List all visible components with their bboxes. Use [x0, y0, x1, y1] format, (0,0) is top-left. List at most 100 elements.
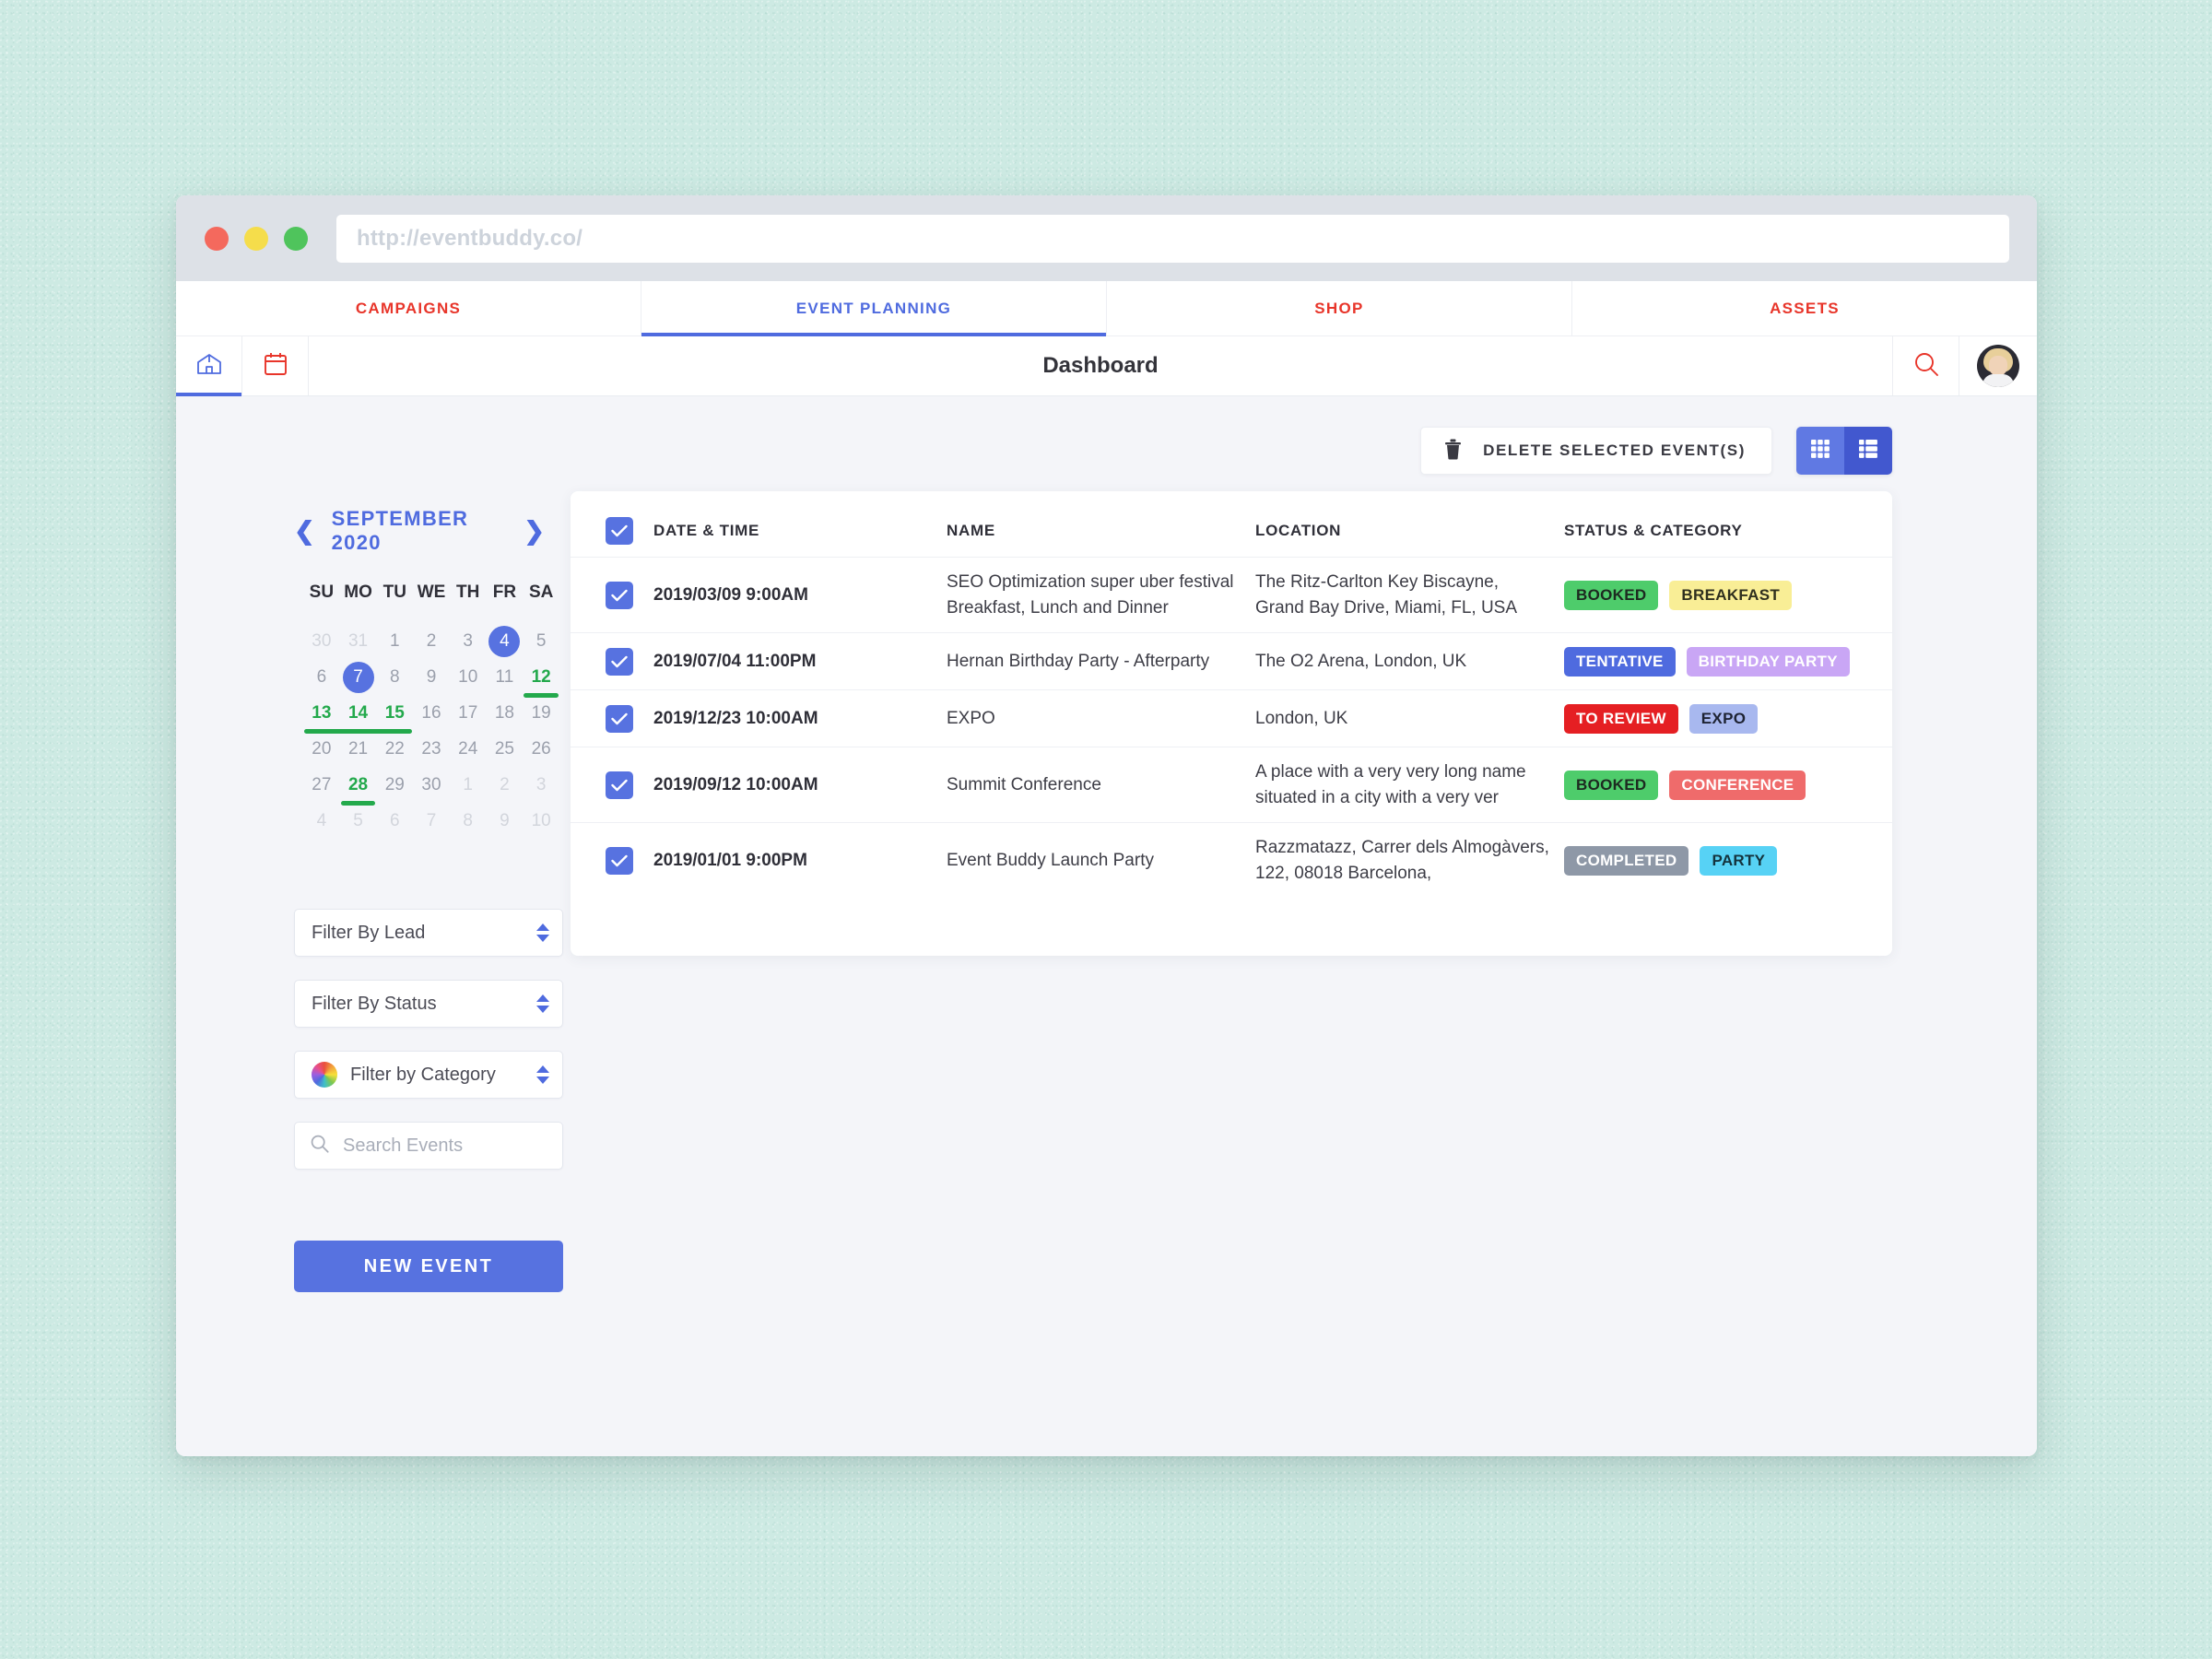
- search-events-placeholder: Search Events: [343, 1135, 464, 1156]
- calendar-day[interactable]: 11: [487, 659, 524, 695]
- filter-by-status-label: Filter By Status: [312, 993, 437, 1014]
- table-row[interactable]: 2019/01/01 9:00PM Event Buddy Launch Par…: [571, 823, 1892, 899]
- calendar-day[interactable]: 2: [487, 767, 524, 803]
- calendar-day[interactable]: 25: [487, 731, 524, 767]
- calendar-day[interactable]: 24: [450, 731, 487, 767]
- calendar-day[interactable]: 26: [523, 731, 559, 767]
- row-status-category: BOOKED BREAKFAST: [1564, 580, 1857, 610]
- row-checkbox[interactable]: [606, 704, 633, 733]
- calendar-day-selected[interactable]: 7: [340, 659, 377, 695]
- tab-assets[interactable]: ASSETS: [1572, 281, 2037, 335]
- calendar-day-label: 9: [500, 810, 510, 830]
- calendar-day[interactable]: 10: [523, 803, 559, 839]
- calendar-day-label: 1: [463, 774, 473, 794]
- row-location: London, UK: [1255, 708, 1348, 728]
- grid-view-button[interactable]: [1796, 427, 1844, 475]
- category-badge: EXPO: [1688, 703, 1759, 734]
- calendar-dow: WE: [417, 582, 446, 602]
- calendar-day-label: 9: [426, 666, 437, 687]
- calendar-day[interactable]: 8: [376, 659, 413, 695]
- calendar-day-label: 4: [500, 630, 510, 651]
- new-event-button[interactable]: NEW EVENT: [294, 1241, 563, 1292]
- calendar-day-label: 24: [458, 738, 478, 759]
- calendar-day-label: 29: [384, 774, 405, 794]
- list-view-icon: [1857, 438, 1879, 465]
- tab-event-planning[interactable]: EVENT PLANNING: [641, 281, 1107, 336]
- calendar-day[interactable]: 1: [376, 623, 413, 659]
- table-row[interactable]: 2019/07/04 11:00PM Hernan Birthday Party…: [571, 633, 1892, 690]
- search-events-input[interactable]: Search Events: [294, 1122, 563, 1170]
- calendar-day-event[interactable]: 12: [523, 659, 559, 698]
- nav-home-button[interactable]: [176, 336, 242, 396]
- filter-by-lead-select[interactable]: Filter By Lead: [294, 909, 563, 957]
- calendar-day[interactable]: 10: [450, 659, 487, 695]
- row-checkbox[interactable]: [606, 771, 633, 799]
- calendar-day-selected[interactable]: 4: [487, 623, 524, 659]
- calendar-day-event[interactable]: 14: [334, 695, 382, 734]
- calendar-day[interactable]: 31: [340, 623, 377, 659]
- calendar-day[interactable]: 3: [523, 767, 559, 803]
- tab-shop[interactable]: SHOP: [1107, 281, 1572, 335]
- calendar-day[interactable]: 29: [376, 767, 413, 803]
- calendar-day[interactable]: 2: [413, 623, 450, 659]
- browser-chrome: http://eventbuddy.co/: [176, 195, 2037, 281]
- calendar-day[interactable]: 6: [376, 803, 413, 839]
- user-avatar-button[interactable]: [1959, 336, 2037, 395]
- calendar-day[interactable]: 18: [487, 695, 524, 731]
- calendar-day[interactable]: 5: [523, 623, 559, 659]
- calendar-day[interactable]: 17: [450, 695, 487, 731]
- select-all-checkbox[interactable]: [606, 516, 633, 545]
- calendar-day[interactable]: 9: [487, 803, 524, 839]
- calendar-day[interactable]: 7: [413, 803, 450, 839]
- calendar-day[interactable]: 1: [450, 767, 487, 803]
- filter-by-category-select[interactable]: Filter by Category: [294, 1051, 563, 1099]
- calendar-day[interactable]: 4: [303, 803, 340, 839]
- address-bar[interactable]: http://eventbuddy.co/: [336, 214, 2009, 263]
- calendar-day[interactable]: 9: [413, 659, 450, 695]
- filter-by-status-select[interactable]: Filter By Status: [294, 980, 563, 1028]
- minimize-window-button[interactable]: [244, 226, 268, 251]
- calendar-day-label: 19: [531, 702, 551, 723]
- calendar-day[interactable]: 27: [303, 767, 340, 803]
- chevron-left-icon[interactable]: ❮: [294, 518, 315, 544]
- view-mode-toggle: [1796, 427, 1892, 475]
- row-name: Event Buddy Launch Party: [947, 851, 1154, 871]
- tab-campaigns[interactable]: CAMPAIGNS: [176, 281, 641, 335]
- calendar-day[interactable]: 20: [303, 731, 340, 767]
- list-view-button[interactable]: [1844, 427, 1892, 475]
- row-checkbox[interactable]: [606, 581, 633, 609]
- calendar-day[interactable]: 6: [303, 659, 340, 695]
- calendar-day-event[interactable]: 13: [303, 695, 346, 734]
- row-checkbox[interactable]: [606, 647, 633, 676]
- calendar-day[interactable]: 23: [413, 731, 450, 767]
- page-title: Dashboard: [309, 336, 1893, 395]
- row-checkbox[interactable]: [606, 847, 633, 875]
- browser-window: http://eventbuddy.co/ CAMPAIGNS EVENT PL…: [176, 195, 2037, 1456]
- calendar-day-label: 10: [458, 666, 478, 687]
- chevron-right-icon[interactable]: ❯: [524, 518, 545, 544]
- calendar-day-label: 4: [316, 810, 327, 830]
- calendar-day[interactable]: 3: [450, 623, 487, 659]
- delete-selected-events-button[interactable]: DELETE SELECTED EVENT(S): [1420, 427, 1772, 475]
- calendar-day[interactable]: 19: [523, 695, 559, 731]
- maximize-window-button[interactable]: [284, 226, 308, 251]
- calendar-day[interactable]: 22: [376, 731, 413, 767]
- nav-calendar-button[interactable]: [242, 336, 309, 395]
- calendar-day[interactable]: 8: [450, 803, 487, 839]
- header-search-button[interactable]: [1893, 336, 1959, 395]
- row-status-category: TENTATIVE BIRTHDAY PARTY: [1564, 646, 1857, 677]
- table-row[interactable]: 2019/03/09 9:00AM SEO Optimization super…: [571, 558, 1892, 633]
- calendar-day[interactable]: 30: [303, 623, 340, 659]
- tab-shop-label: SHOP: [1314, 299, 1364, 317]
- calendar-day-event[interactable]: 28: [340, 767, 377, 806]
- calendar-day[interactable]: 21: [340, 731, 377, 767]
- app-header: Dashboard: [176, 336, 2037, 396]
- table-row[interactable]: 2019/12/23 10:00AM EXPO London, UK TO RE…: [571, 690, 1892, 747]
- calendar-day-event[interactable]: 15: [371, 695, 413, 734]
- table-row[interactable]: 2019/09/12 10:00AM Summit Conference A p…: [571, 747, 1892, 823]
- window-controls: [205, 226, 308, 251]
- close-window-button[interactable]: [205, 226, 229, 251]
- calendar-day[interactable]: 16: [413, 695, 450, 731]
- calendar-day[interactable]: 5: [340, 803, 377, 839]
- calendar-day[interactable]: 30: [413, 767, 450, 803]
